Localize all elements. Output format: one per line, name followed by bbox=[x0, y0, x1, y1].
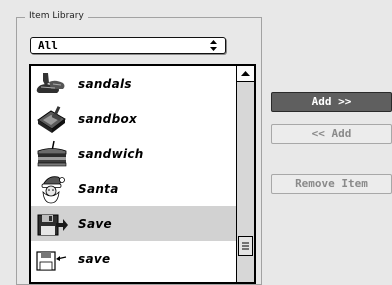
list-item[interactable]: sandals bbox=[31, 66, 236, 101]
list-item[interactable]: save bbox=[31, 241, 236, 276]
scroll-up-button[interactable] bbox=[237, 66, 254, 82]
list-item-label: sandbox bbox=[78, 112, 138, 126]
save-disk-icon bbox=[37, 214, 68, 236]
sandbox-icon bbox=[37, 106, 66, 133]
list-scrollbar[interactable] bbox=[236, 66, 254, 282]
remove-item-button[interactable]: Remove Item bbox=[271, 174, 392, 194]
scroll-thumb[interactable] bbox=[238, 236, 253, 256]
list-item-label: sandwich bbox=[78, 147, 144, 161]
category-value: All bbox=[38, 39, 58, 52]
remove-arrow-button[interactable]: << Add bbox=[271, 124, 392, 144]
save-arrow-icon bbox=[36, 251, 67, 271]
updown-arrows-icon bbox=[210, 40, 217, 51]
sandwich-icon bbox=[37, 140, 67, 167]
santa-icon bbox=[41, 176, 65, 204]
grip-icon bbox=[242, 242, 249, 250]
add-button[interactable]: Add >> bbox=[271, 92, 392, 112]
list-item[interactable]: sandwich bbox=[31, 136, 236, 171]
group-label: Item Library bbox=[25, 11, 88, 21]
list-item[interactable]: Santa bbox=[31, 171, 236, 206]
category-popup[interactable]: All bbox=[30, 37, 226, 54]
list-item-label: save bbox=[78, 252, 111, 266]
list-item-label: Santa bbox=[78, 182, 119, 196]
list-item-selected[interactable]: Save bbox=[31, 206, 236, 241]
item-list[interactable]: sandals sandbox sandwich Santa Save save bbox=[29, 64, 256, 284]
list-item[interactable]: sandbox bbox=[31, 101, 236, 136]
list-item-label: sandals bbox=[78, 77, 132, 91]
sandals-icon bbox=[36, 73, 65, 93]
list-item-label: Save bbox=[78, 217, 112, 231]
up-arrow-icon bbox=[241, 71, 250, 76]
